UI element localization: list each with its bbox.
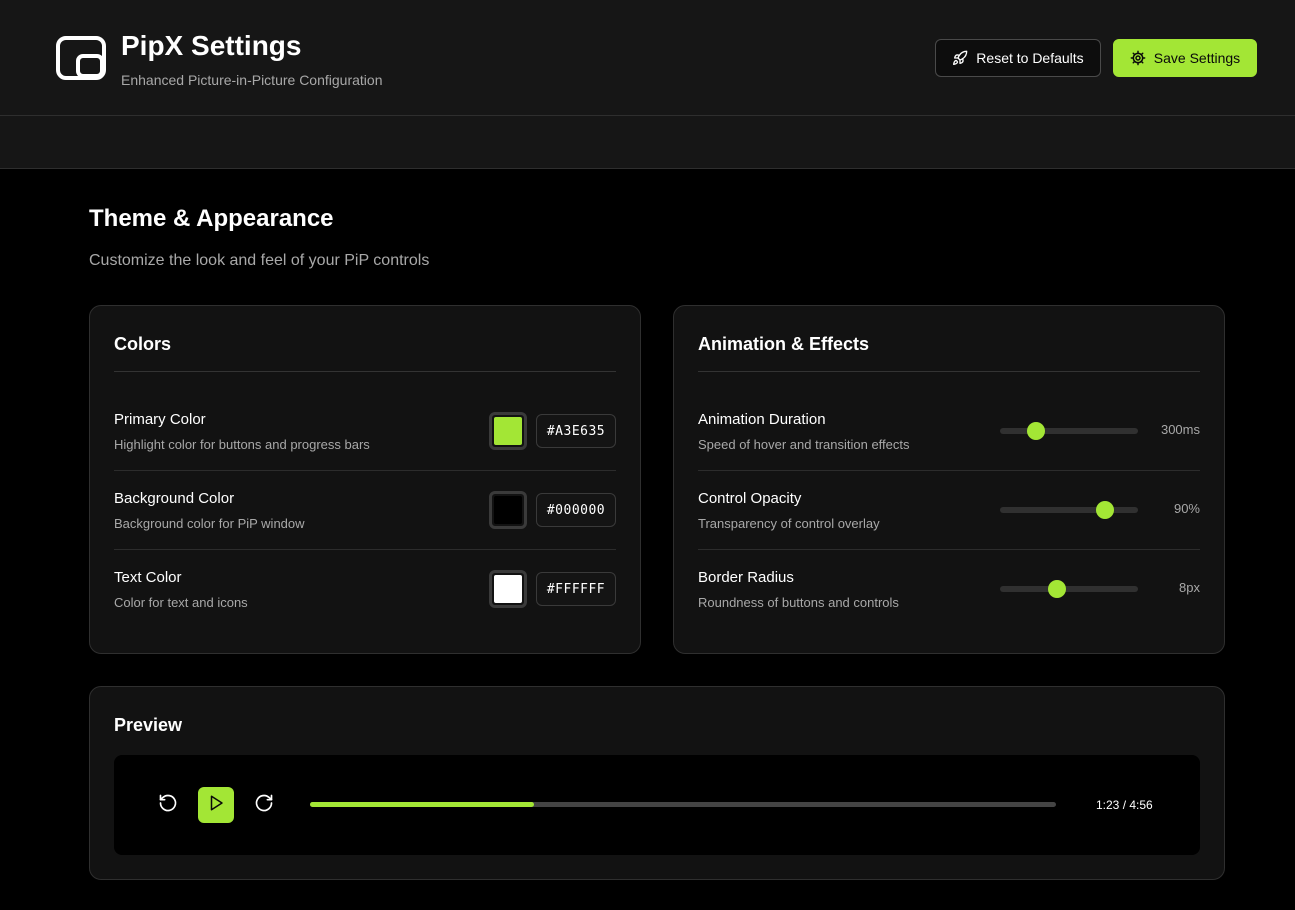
color-row-help: Highlight color for buttons and progress… [114, 437, 370, 452]
colors-card-title: Colors [114, 334, 172, 354]
animation-card: Animation & Effects Animation Duration S… [673, 305, 1225, 654]
setting-label: Animation Duration [698, 411, 826, 428]
primary-color-swatch[interactable] [489, 412, 527, 450]
save-settings-button[interactable]: Save Settings [1113, 39, 1257, 77]
preview-player: 1:23 / 4:56 [114, 755, 1200, 855]
app-subtitle: Enhanced Picture-in-Picture Configuratio… [121, 72, 383, 88]
setting-help: Roundness of buttons and controls [698, 595, 899, 610]
slider-thumb[interactable] [1047, 580, 1066, 598]
preview-card: Preview 1:23 / 4:56 [89, 686, 1225, 880]
slider-thumb[interactable] [1095, 501, 1114, 519]
control-opacity-row: Control Opacity Transparency of control … [698, 471, 1200, 550]
text-color-hex-input[interactable]: #FFFFFF [536, 572, 616, 606]
background-color-hex-input[interactable]: #000000 [536, 493, 616, 527]
fast-forward-icon [254, 793, 274, 818]
fast-forward-button[interactable] [246, 787, 282, 823]
slider-value: 300ms [1160, 422, 1200, 437]
border-radius-slider[interactable] [1000, 580, 1138, 598]
setting-label: Border Radius [698, 569, 794, 586]
progress-bar[interactable] [310, 802, 1056, 807]
progress-fill [310, 802, 534, 807]
save-settings-label: Save Settings [1153, 50, 1241, 66]
setting-help: Transparency of control overlay [698, 516, 880, 531]
color-row-label: Background Color [114, 490, 235, 507]
preview-card-title: Preview [114, 715, 183, 735]
tab-bar [0, 116, 1295, 169]
color-row-text: Text Color Color for text and icons #FFF… [114, 550, 616, 629]
rewind-button[interactable] [150, 787, 186, 823]
animation-card-title: Animation & Effects [698, 334, 870, 354]
time-display: 1:23 / 4:56 [1096, 798, 1153, 812]
setting-help: Speed of hover and transition effects [698, 437, 910, 452]
color-row-help: Color for text and icons [114, 595, 248, 610]
rocket-icon [952, 50, 968, 66]
color-row-primary: Primary Color Highlight color for button… [114, 392, 616, 471]
animation-duration-row: Animation Duration Speed of hover and tr… [698, 392, 1200, 471]
setting-label: Control Opacity [698, 490, 802, 507]
border-radius-row: Border Radius Roundness of buttons and c… [698, 550, 1200, 629]
slider-value: 8px [1179, 580, 1200, 595]
reset-defaults-label: Reset to Defaults [976, 50, 1084, 66]
reset-defaults-button[interactable]: Reset to Defaults [935, 39, 1101, 77]
background-color-swatch[interactable] [489, 491, 527, 529]
slider-thumb[interactable] [1026, 422, 1045, 440]
color-row-help: Background color for PiP window [114, 516, 305, 531]
slider-value: 90% [1173, 501, 1200, 516]
control-opacity-slider[interactable] [1000, 501, 1138, 519]
app-header: PipX Settings Enhanced Picture-in-Pictur… [0, 0, 1295, 116]
animation-duration-slider[interactable] [1000, 422, 1138, 440]
play-button[interactable] [198, 787, 234, 823]
app-title: PipX Settings [121, 30, 302, 61]
color-row-label: Text Color [114, 569, 182, 586]
gear-icon [1130, 50, 1146, 66]
divider [698, 371, 1200, 372]
section-title: Theme & Appearance [89, 205, 334, 232]
color-row-background: Background Color Background color for Pi… [114, 471, 616, 550]
colors-card: Colors Primary Color Highlight color for… [89, 305, 641, 654]
play-icon [207, 794, 225, 817]
picture-in-picture-icon [56, 36, 106, 80]
text-color-swatch[interactable] [489, 570, 527, 608]
divider [114, 371, 616, 372]
section-description: Customize the look and feel of your PiP … [89, 252, 430, 269]
rewind-icon [158, 793, 178, 818]
primary-color-hex-input[interactable]: #A3E635 [536, 414, 616, 448]
color-row-label: Primary Color [114, 411, 206, 428]
